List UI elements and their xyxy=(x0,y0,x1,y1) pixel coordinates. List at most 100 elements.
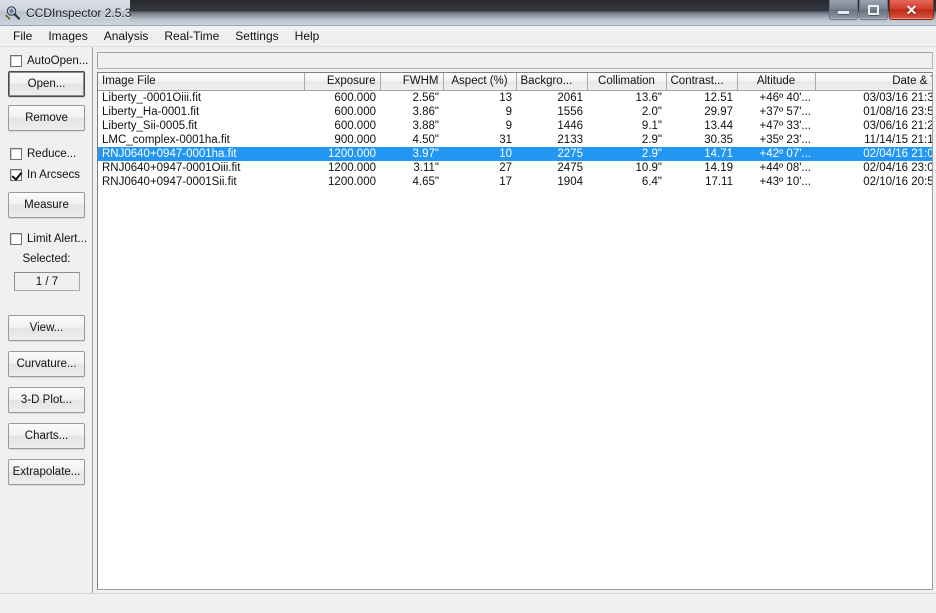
table-header-row: Image File Exposure FWHM Aspect (%) Back… xyxy=(98,73,932,91)
table-cell: 10.9" xyxy=(635,161,662,174)
menu-item-images[interactable]: Images xyxy=(40,27,95,45)
measure-button[interactable]: Measure xyxy=(8,192,85,218)
table-cell: 1200.000 xyxy=(328,175,376,188)
table-cell: Liberty_Ha-0001.fit xyxy=(102,105,200,118)
checkbox-box-autoopen xyxy=(10,55,22,67)
table-cell: 30.35 xyxy=(704,133,733,146)
selected-count-readout: 1 / 7 xyxy=(14,272,80,291)
column-header-background[interactable]: Backgro... xyxy=(516,73,588,91)
column-header-fwhm[interactable]: FWHM xyxy=(380,73,444,91)
charts-button[interactable]: Charts... xyxy=(8,423,85,449)
column-header-exposure[interactable]: Exposure xyxy=(304,73,381,91)
table-cell: 3.88" xyxy=(412,119,439,132)
table-cell: 1904 xyxy=(557,175,583,188)
table-cell: +47º 33'... xyxy=(759,119,811,132)
table-cell: 17.11 xyxy=(705,175,733,188)
table-cell: 03/03/16 21:32:44 xyxy=(863,91,933,104)
table-cell: 3.97" xyxy=(380,146,443,161)
autoopen-checkbox[interactable]: AutoOpen... xyxy=(10,55,88,67)
table-cell: 2061 xyxy=(557,91,583,104)
table-row[interactable]: RNJ0640+0947-0001Oiii.fit 1200.000 3.11" 27… xyxy=(98,161,933,175)
selected-label: Selected: xyxy=(22,253,71,265)
table-cell: +35º 23'... xyxy=(759,133,811,146)
table-cell: 2.56" xyxy=(412,91,439,104)
menu-item-analysis[interactable]: Analysis xyxy=(96,27,157,45)
in-arcsecs-checkbox[interactable]: In Arcsecs xyxy=(10,169,80,181)
table-cell: Liberty_Sii-0005.fit xyxy=(102,119,198,132)
table-cell: 02/04/16 23:05:44 xyxy=(863,161,933,174)
table-cell: 27 xyxy=(499,161,512,174)
table-cell: 600.000 xyxy=(334,91,376,104)
table-cell: 9 xyxy=(505,105,512,118)
left-toolbar-panel: AutoOpen... Open... Remove Reduce... In … xyxy=(0,47,93,593)
view-button[interactable]: View... xyxy=(8,315,85,341)
main-panel: Image File Exposure FWHM Aspect (%) Back… xyxy=(93,47,936,593)
table-cell: 4.50" xyxy=(412,133,439,146)
menu-item-file[interactable]: File xyxy=(5,27,40,45)
maximize-icon xyxy=(868,4,879,15)
table-row[interactable]: RNJ0640+0947-0001Sii.fit 1200.000 4.65" 17 1… xyxy=(98,175,932,189)
table-cell: 2.9" xyxy=(641,133,662,146)
table-cell: LMC_complex-0001ha.fit xyxy=(102,133,230,146)
table-cell: 14.71 xyxy=(666,146,737,161)
table-row[interactable]: LMC_complex-0001ha.fit 900.000 4.50" 31 2133… xyxy=(98,133,933,147)
column-header-contrast[interactable]: Contrast... xyxy=(666,73,738,91)
close-button[interactable]: ✕ xyxy=(889,0,934,20)
table-cell: 03/06/16 21:28:40 xyxy=(863,119,933,132)
table-cell: 2133 xyxy=(557,133,583,146)
table-cell: +44º 08'... xyxy=(759,161,811,174)
table-row[interactable]: Liberty_Sii-0005.fit 600.000 3.88" 9 1446 9.1… xyxy=(98,119,933,133)
remove-button[interactable]: Remove xyxy=(8,105,85,131)
table-cell: 2.0" xyxy=(641,105,662,118)
maximize-button[interactable] xyxy=(859,0,888,20)
table-body: Liberty_-0001Oiii.fit 600.000 2.56" 13 2061 1… xyxy=(98,90,933,189)
column-header-image-file[interactable]: Image File xyxy=(98,73,305,91)
table-cell: 3.86" xyxy=(412,105,439,118)
table-cell: Liberty_-0001Oiii.fit xyxy=(102,91,202,104)
autoopen-label: AutoOpen... xyxy=(27,55,89,67)
curvature-button[interactable]: Curvature... xyxy=(8,351,85,377)
minimize-button[interactable] xyxy=(829,0,858,20)
table-cell: 1556 xyxy=(557,105,583,118)
table-cell: 31 xyxy=(499,133,512,146)
path-input[interactable] xyxy=(97,52,933,69)
table-cell: 11/14/15 21:15:14 xyxy=(864,133,933,146)
plot-3d-button[interactable]: 3-D Plot... xyxy=(8,387,85,413)
limit-alert-label: Limit Alert... xyxy=(27,233,88,245)
table-cell: 17 xyxy=(499,175,512,188)
column-header-altitude[interactable]: Altitude xyxy=(737,73,816,91)
table-row[interactable]: Liberty_Ha-0001.fit 600.000 3.86" 9 1556 2.0"… xyxy=(98,105,933,119)
column-header-collimation[interactable]: Collimation xyxy=(587,73,667,91)
column-header-date-time[interactable]: Date & Time xyxy=(815,73,932,91)
app-window: CCDInspector 2.5.3 ✕ File Images Analysi… xyxy=(0,0,936,613)
title-bar: CCDInspector 2.5.3 ✕ xyxy=(0,0,936,26)
table-row[interactable]: Liberty_-0001Oiii.fit 600.000 2.56" 13 2061 1… xyxy=(98,90,933,105)
limit-alert-checkbox[interactable]: Limit Alert... xyxy=(10,233,87,245)
menu-item-settings[interactable]: Settings xyxy=(227,27,286,45)
menu-item-real-time[interactable]: Real-Time xyxy=(156,27,227,45)
table-cell: 13 xyxy=(499,91,512,104)
body-area: AutoOpen... Open... Remove Reduce... In … xyxy=(0,47,936,593)
table-cell: 1200.000 xyxy=(328,161,376,174)
column-header-aspect[interactable]: Aspect (%) xyxy=(443,73,517,91)
magnifier-telescope-icon xyxy=(5,5,21,21)
table-cell: 2275 xyxy=(516,146,587,161)
table-cell: 12.51 xyxy=(704,91,733,104)
table-empty-area xyxy=(98,188,932,589)
open-button[interactable]: Open... xyxy=(8,71,85,97)
menu-bar: File Images Analysis Real-Time Settings … xyxy=(0,26,936,47)
menu-item-help[interactable]: Help xyxy=(287,27,328,45)
table-row[interactable]: RNJ0640+0947-0001ha.fit 1200.000 3.97" 10 22… xyxy=(98,146,932,161)
table-cell: 01/08/16 23:56:06 xyxy=(863,105,933,118)
table-cell: +37º 57'... xyxy=(759,105,811,118)
extrapolate-button[interactable]: Extrapolate... xyxy=(8,459,85,485)
table-cell: 9.1" xyxy=(641,119,662,132)
reduce-checkbox[interactable]: Reduce... xyxy=(10,148,76,160)
table-cell: 4.65" xyxy=(412,175,439,188)
table-cell: 6.4" xyxy=(641,175,662,188)
table-cell: 02/04/16 21:03:52 xyxy=(815,146,932,161)
table-cell: 13.44 xyxy=(704,119,733,132)
table-cell: 900.000 xyxy=(334,133,376,146)
image-list-table[interactable]: Image File Exposure FWHM Aspect (%) Back… xyxy=(97,72,933,590)
table-cell: 600.000 xyxy=(334,105,376,118)
